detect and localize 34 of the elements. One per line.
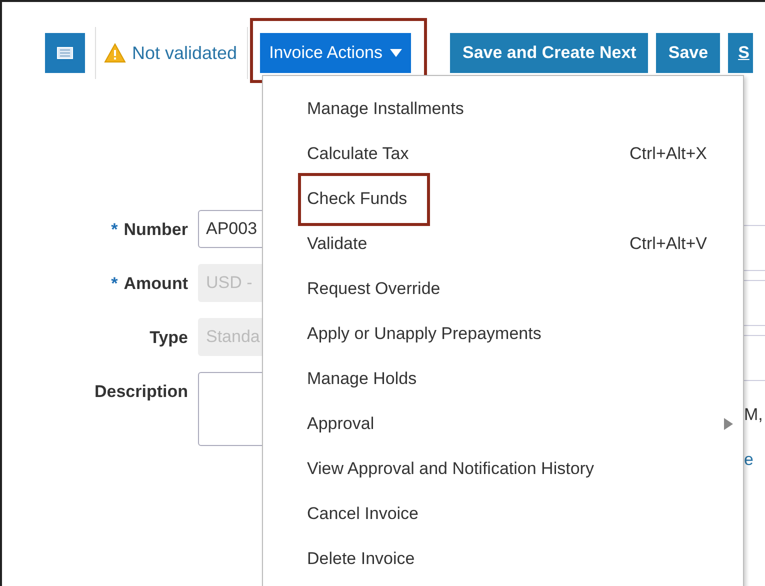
input-field[interactable]	[744, 335, 765, 381]
input-field[interactable]	[744, 280, 765, 326]
panel-text: M,	[744, 405, 763, 425]
list-view-button[interactable]	[45, 33, 85, 73]
validation-status[interactable]: Not validated	[132, 42, 238, 64]
shortcut-text: Ctrl+Alt+V	[630, 234, 707, 254]
save-button[interactable]: S	[728, 33, 754, 73]
field-label: Type	[150, 328, 188, 347]
dropdown-caret-icon	[390, 49, 402, 57]
menu-item[interactable]: Check Funds	[307, 188, 408, 208]
menu-item[interactable]: Cancel Invoice	[307, 504, 419, 524]
required-asterisk: *	[111, 220, 118, 239]
warning-icon	[104, 43, 126, 63]
shortcut-text: Ctrl+Alt+X	[630, 144, 707, 164]
input-field[interactable]	[744, 225, 765, 271]
submenu-arrow-icon	[724, 418, 733, 430]
menu-item[interactable]: Delete Invoice	[307, 548, 415, 568]
list-icon	[57, 47, 73, 59]
menu-item[interactable]: Manage Installments	[307, 98, 464, 118]
menu-item[interactable]: Calculate Tax	[307, 144, 409, 164]
menu-item[interactable]: View Approval and Notification History	[307, 458, 594, 478]
link[interactable]: e	[744, 450, 754, 470]
field-label: Number	[124, 220, 188, 239]
menu-item[interactable]: Manage Holds	[307, 368, 417, 388]
save-and-create-next-button[interactable]: Save and Create Next	[450, 33, 648, 73]
menu-item[interactable]: Validate	[307, 234, 368, 254]
field-label: Description	[94, 382, 188, 401]
required-asterisk: *	[111, 274, 118, 293]
save-button[interactable]: Save	[656, 33, 720, 73]
invoice-actions-button[interactable]: Invoice Actions	[260, 33, 412, 73]
field-label: Amount	[124, 274, 188, 293]
menu-item[interactable]: Request Override	[307, 278, 440, 298]
menu-item[interactable]: Approval	[307, 414, 374, 434]
menu-item[interactable]: Apply or Unapply Prepayments	[307, 324, 542, 344]
